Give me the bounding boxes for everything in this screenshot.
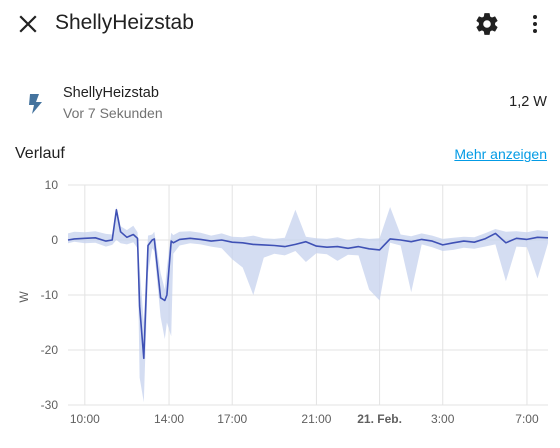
y-axis-label: W [17,291,31,303]
entity-last-changed: Vor 7 Sekunden [63,105,163,121]
y-tick-label: 0 [51,233,58,247]
flash-icon [26,92,46,116]
close-button[interactable] [14,10,42,38]
entity-name: ShellyHeizstab [63,85,159,101]
dots-vertical-icon [533,15,537,33]
x-tick-label: 14:00 [154,412,184,426]
entity-state: 1,2 W [509,94,547,110]
x-tick-label: 7:00 [515,412,539,426]
y-tick-label: 10 [45,178,59,192]
history-chart: 10 0 -10 -20 -30 10:00 14:00 17:00 21:00 21. Feb… [17,178,549,426]
x-tick-label: 21. Feb. [357,412,402,426]
x-tick-label: 10:00 [70,412,100,426]
y-tick-label: -20 [41,343,59,357]
gear-icon [476,13,498,35]
x-axis-ticks: 10:00 14:00 17:00 21:00 21. Feb. 3:00 7:00 [70,412,539,426]
more-menu-button[interactable] [523,11,547,37]
entity-row[interactable]: ShellyHeizstab Vor 7 Sekunden 1,2 W [0,80,560,128]
x-tick-label: 21:00 [301,412,331,426]
x-tick-label: 3:00 [431,412,455,426]
dialog-title: ShellyHeizstab [55,11,194,34]
y-tick-label: -30 [41,398,59,412]
close-icon [19,15,37,33]
settings-button[interactable] [474,11,500,37]
history-title: Verlauf [15,145,65,162]
y-tick-label: -10 [41,288,59,302]
dialog-header: ShellyHeizstab [0,0,560,48]
y-axis-ticks: 10 0 -10 -20 -30 [41,178,59,412]
x-tick-label: 17:00 [217,412,247,426]
more-link[interactable]: Mehr anzeigen [454,146,547,162]
